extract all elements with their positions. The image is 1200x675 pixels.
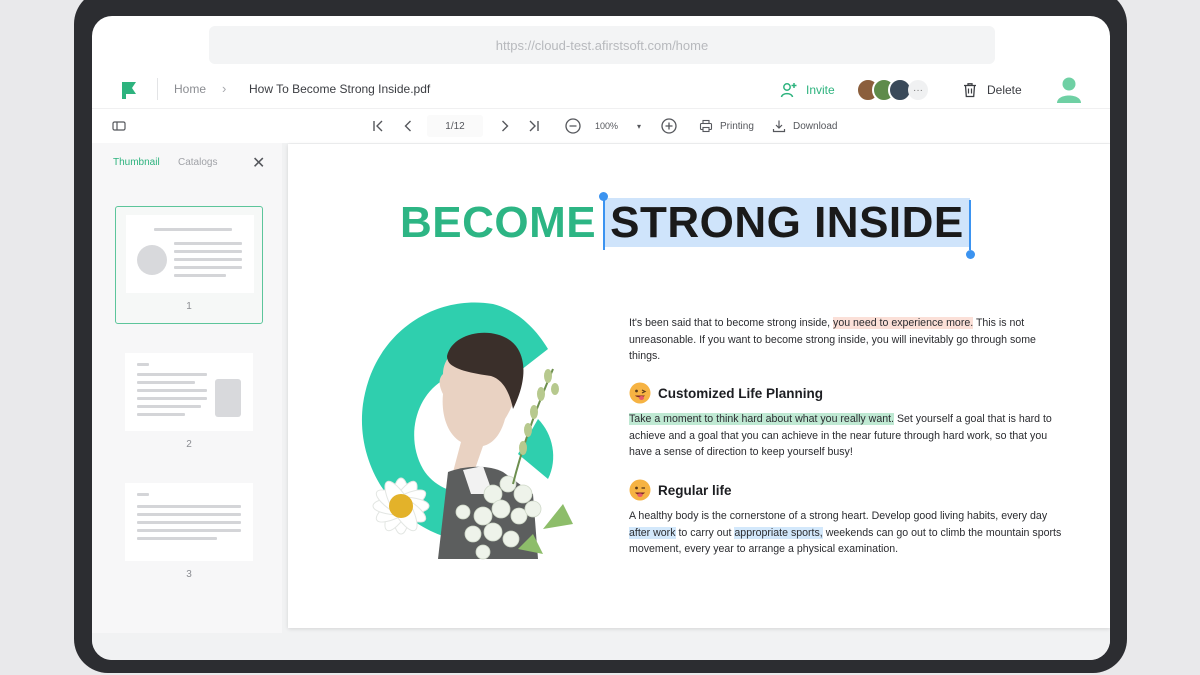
thumbnail-number: 3 [186, 569, 192, 580]
last-page-icon[interactable] [527, 117, 541, 135]
intro-paragraph[interactable]: It's been said that to become strong ins… [629, 315, 1069, 365]
printer-icon [699, 119, 713, 133]
page-indicator[interactable]: 1/12 [427, 115, 483, 137]
prev-page-icon[interactable] [401, 117, 415, 135]
breadcrumb-file-name: How To Become Strong Inside.pdf [249, 82, 431, 96]
tongue-emoji-icon [629, 382, 651, 404]
bottom-strip [92, 633, 1110, 660]
title-part-green: BECOME [400, 198, 597, 247]
section-heading-1[interactable]: Customized Life Planning [629, 382, 823, 404]
document-title[interactable]: BECOME STRONG INSIDE [400, 192, 975, 259]
zoom-out-icon[interactable] [564, 117, 582, 135]
first-page-icon[interactable] [371, 117, 385, 135]
close-icon[interactable]: ✕ [252, 153, 265, 173]
user-avatar-icon[interactable] [1054, 74, 1084, 104]
add-user-icon [780, 83, 797, 98]
section-heading-text: Customized Life Planning [658, 385, 824, 401]
selected-title-text[interactable]: STRONG INSIDE [599, 192, 975, 259]
delete-label: Delete [987, 83, 1022, 97]
print-button[interactable]: Printing [699, 117, 754, 135]
thumbnail-page-3[interactable]: 3 [115, 475, 263, 593]
zoom-level-text: 100% [595, 121, 619, 131]
download-button[interactable]: Download [772, 117, 837, 135]
thumbnail-number: 2 [186, 439, 192, 450]
zoom-select[interactable]: 100% ▾ [589, 115, 647, 137]
section-heading-text: Regular life [658, 482, 732, 498]
thumbnail-preview [125, 483, 253, 561]
breadcrumb-home[interactable]: Home [174, 82, 206, 96]
page-indicator-text: 1/12 [445, 120, 465, 132]
highlighted-text-green[interactable]: Take a moment to think hard about what y… [629, 413, 894, 425]
collaborator-avatars[interactable]: ··· [856, 78, 928, 102]
thumbnail-page-1[interactable]: 1 [115, 206, 263, 324]
next-page-icon[interactable] [498, 117, 512, 135]
download-label: Download [793, 120, 838, 132]
url-bar[interactable]: https://cloud-test.afirstsoft.com/home [209, 26, 995, 64]
selection-start-caret [603, 200, 606, 250]
invite-label: Invite [806, 83, 835, 97]
more-avatars-badge[interactable]: ··· [908, 80, 928, 100]
download-icon [772, 120, 786, 133]
top-bar: Home › How To Become Strong Inside.pdf I… [92, 72, 1110, 108]
chevron-down-icon: ▾ [636, 121, 641, 131]
highlighted-text-pink[interactable]: you need to experience more. [833, 317, 974, 329]
thumbnail-number: 1 [186, 301, 192, 312]
thumbnail-preview [126, 215, 254, 293]
invite-button[interactable]: Invite [780, 78, 835, 102]
portrait-illustration [361, 302, 573, 560]
chevron-right-icon: › [222, 81, 227, 96]
thumbnail-page-2[interactable]: 2 [115, 345, 263, 463]
print-label: Printing [720, 120, 754, 132]
section-2-paragraph[interactable]: A healthy body is the cornerstone of a s… [629, 508, 1069, 558]
wink-emoji-icon [629, 479, 651, 501]
pdf-page[interactable]: BECOME STRONG INSIDE It's been said that… [288, 144, 1110, 628]
thumbnail-preview [125, 353, 253, 431]
section-heading-2[interactable]: Regular life [629, 479, 732, 501]
document-viewport[interactable]: BECOME STRONG INSIDE It's been said that… [282, 143, 1110, 660]
sidebar-toggle-icon[interactable] [112, 117, 126, 135]
text-run: It's been said that to become strong ins… [629, 317, 834, 329]
title-part-selected: STRONG INSIDE [610, 198, 964, 247]
highlighted-text-blue[interactable]: after work [629, 526, 676, 539]
thumbnail-sidebar: Thumbnail Catalogs ✕ 1 2 3 [92, 143, 282, 633]
app-screen: https://cloud-test.afirstsoft.com/home H… [92, 16, 1110, 660]
text-run: to carry out [675, 526, 735, 539]
pdf-toolbar: 1/12 100% ▾ Printing Download [92, 108, 1110, 144]
trash-icon [964, 83, 976, 98]
selection-end-caret [968, 200, 971, 250]
highlighted-text-blue[interactable]: appropriate sports, [734, 526, 823, 539]
selection-end-handle[interactable] [965, 250, 975, 259]
zoom-in-icon[interactable] [660, 117, 678, 135]
tab-catalogs[interactable]: Catalogs [178, 157, 217, 168]
delete-button[interactable]: Delete [962, 78, 1022, 102]
flag-logo-icon[interactable] [119, 80, 139, 100]
url-text: https://cloud-test.afirstsoft.com/home [495, 37, 709, 53]
divider [157, 78, 158, 100]
section-1-paragraph[interactable]: Take a moment to think hard about what y… [629, 411, 1069, 461]
selection-start-handle[interactable] [599, 192, 609, 201]
text-run: A healthy body is the cornerstone of a s… [629, 510, 1048, 522]
tab-thumbnail[interactable]: Thumbnail [113, 157, 160, 168]
